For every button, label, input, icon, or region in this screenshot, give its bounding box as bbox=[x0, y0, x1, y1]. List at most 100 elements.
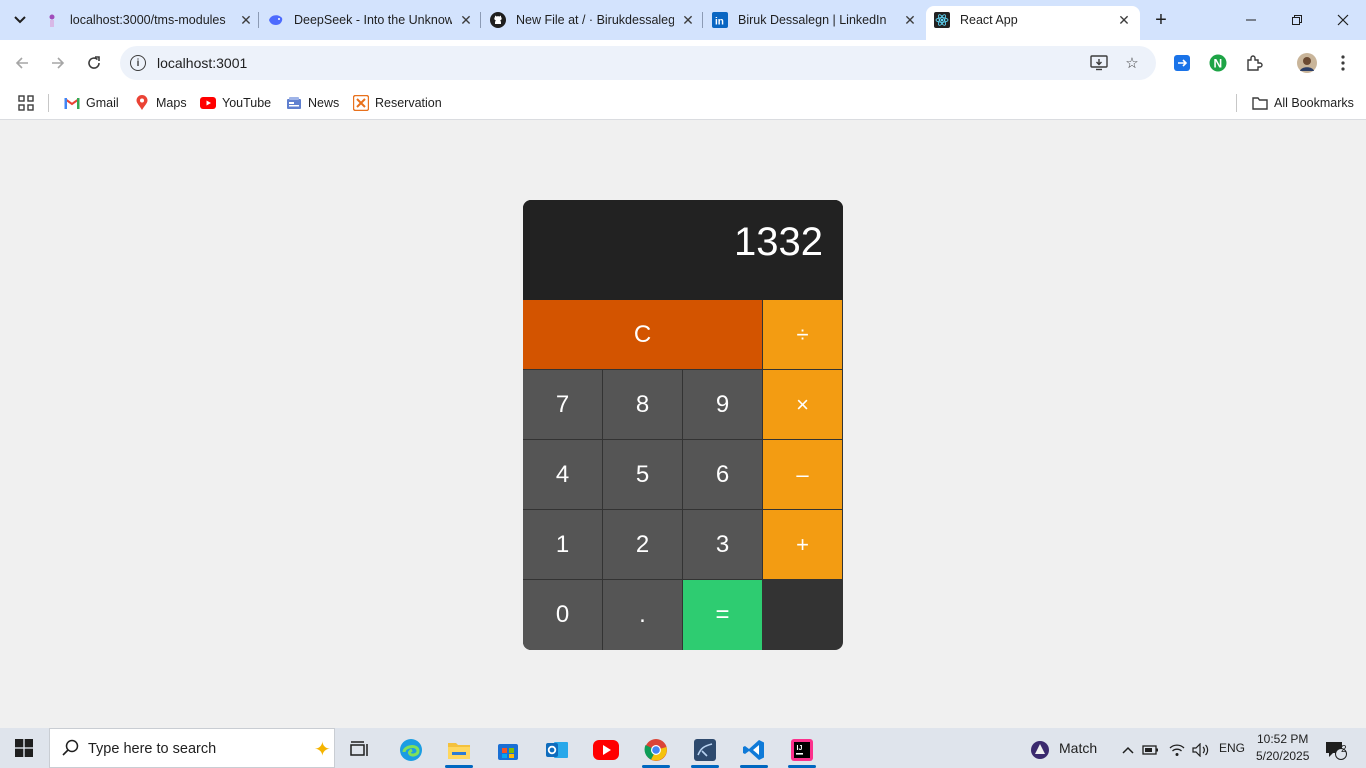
linkedin-icon: in bbox=[712, 12, 728, 28]
extension-n-icon[interactable]: N bbox=[1207, 52, 1229, 74]
close-tab-icon[interactable]: ✕ bbox=[902, 12, 918, 28]
tab-divider bbox=[258, 12, 259, 28]
start-button[interactable] bbox=[0, 728, 48, 768]
restore-button[interactable] bbox=[1274, 0, 1320, 40]
taskbar-store[interactable] bbox=[488, 732, 528, 768]
react-logo-icon bbox=[934, 12, 950, 28]
task-view-icon bbox=[350, 741, 368, 756]
network-status[interactable] bbox=[1164, 732, 1190, 768]
tab-search-button[interactable] bbox=[8, 8, 32, 32]
edge-icon bbox=[400, 739, 422, 761]
sparkle-icon: ✦ bbox=[314, 739, 331, 761]
svg-text:in: in bbox=[715, 17, 724, 28]
tab-github[interactable]: New File at / · Birukdessalegn ✕ bbox=[490, 6, 696, 34]
taskbar-chrome[interactable] bbox=[636, 732, 676, 768]
digit-0-button[interactable]: 0 bbox=[523, 580, 602, 650]
bookmark-label: Reservation bbox=[375, 96, 442, 110]
close-window-button[interactable] bbox=[1320, 0, 1366, 40]
divide-button[interactable]: ÷ bbox=[763, 300, 842, 369]
digit-4-button[interactable]: 4 bbox=[523, 440, 602, 509]
extension-translate-icon[interactable] bbox=[1171, 52, 1193, 74]
bookmark-news[interactable]: News bbox=[286, 93, 339, 113]
digit-6-button[interactable]: 6 bbox=[683, 440, 762, 509]
news-icon bbox=[286, 95, 302, 111]
outlook-icon bbox=[546, 742, 568, 758]
taskbar-intellij[interactable]: IJ bbox=[782, 732, 822, 768]
taskbar-file-explorer[interactable] bbox=[439, 732, 479, 768]
digit-8-button[interactable]: 8 bbox=[603, 370, 682, 439]
address-bar[interactable]: i localhost:3001 ☆ bbox=[120, 46, 1156, 80]
taskbar-vscode[interactable] bbox=[734, 732, 774, 768]
language-indicator[interactable]: ENG bbox=[1219, 741, 1245, 755]
chrome-icon bbox=[644, 739, 667, 761]
clock-date[interactable]: 5/20/2025 bbox=[1256, 749, 1309, 763]
battery-plug-icon bbox=[1142, 745, 1158, 755]
digit-7-button[interactable]: 7 bbox=[523, 370, 602, 439]
store-icon bbox=[498, 744, 518, 760]
extensions-puzzle-icon[interactable] bbox=[1243, 52, 1265, 74]
digit-5-button[interactable]: 5 bbox=[603, 440, 682, 509]
bookmark-star-icon[interactable]: ☆ bbox=[1123, 54, 1141, 72]
site-info-icon[interactable]: i bbox=[130, 55, 146, 71]
subtract-button[interactable]: – bbox=[763, 440, 842, 509]
decimal-button[interactable]: . bbox=[603, 580, 682, 650]
restore-icon bbox=[1292, 15, 1302, 25]
close-tab-icon[interactable]: ✕ bbox=[458, 12, 474, 28]
bookmark-reservation[interactable]: Reservation bbox=[353, 93, 442, 113]
tab-linkedin[interactable]: in Biruk Dessalegn | LinkedIn ✕ bbox=[712, 6, 918, 34]
calculator: 1332 C ÷ 7 8 9 × 4 5 6 – 1 2 3 + 0 . = bbox=[523, 200, 843, 650]
apps-grid-button[interactable] bbox=[18, 93, 34, 113]
add-button[interactable]: + bbox=[763, 510, 842, 579]
notification-center-button[interactable]: 2 bbox=[1316, 732, 1356, 768]
clock-time[interactable]: 10:52 PM bbox=[1257, 732, 1308, 746]
bookmark-maps[interactable]: Maps bbox=[134, 93, 187, 113]
deepseek-whale-icon bbox=[268, 12, 284, 28]
weather-widget-label[interactable]: Match bbox=[1059, 740, 1097, 756]
arrow-left-icon bbox=[15, 57, 28, 69]
forward-button[interactable] bbox=[46, 51, 70, 75]
bookmark-label: YouTube bbox=[222, 96, 272, 110]
tab-react-app[interactable]: React App ✕ bbox=[926, 6, 1140, 40]
digit-1-button[interactable]: 1 bbox=[523, 510, 602, 579]
tab-divider bbox=[480, 12, 481, 28]
chrome-menu-icon[interactable] bbox=[1332, 52, 1354, 74]
url-text[interactable]: localhost:3001 bbox=[157, 55, 247, 71]
all-bookmarks-button[interactable]: All Bookmarks bbox=[1252, 93, 1354, 113]
digit-3-button[interactable]: 3 bbox=[683, 510, 762, 579]
digit-9-button[interactable]: 9 bbox=[683, 370, 762, 439]
back-button[interactable] bbox=[10, 51, 34, 75]
taskbar-mysql-workbench[interactable] bbox=[685, 732, 725, 768]
taskbar-edge[interactable] bbox=[391, 732, 431, 768]
minimize-button[interactable] bbox=[1228, 0, 1274, 40]
battery-status[interactable] bbox=[1138, 732, 1164, 768]
taskbar-search-box[interactable]: Type here to search ✦ bbox=[49, 728, 335, 768]
profile-avatar[interactable] bbox=[1296, 52, 1318, 74]
minimize-icon bbox=[1246, 19, 1256, 21]
close-tab-icon[interactable]: ✕ bbox=[1116, 12, 1132, 28]
equals-button[interactable]: = bbox=[683, 580, 762, 650]
bookmark-youtube[interactable]: YouTube bbox=[200, 93, 271, 113]
tab-deepseek[interactable]: DeepSeek - Into the Unknown ✕ bbox=[268, 6, 474, 34]
volume-control[interactable] bbox=[1188, 732, 1214, 768]
install-app-icon[interactable] bbox=[1090, 54, 1108, 72]
close-tab-icon[interactable]: ✕ bbox=[238, 12, 254, 28]
taskbar-outlook[interactable] bbox=[537, 732, 577, 768]
task-view-button[interactable] bbox=[340, 732, 380, 768]
reload-button[interactable] bbox=[82, 51, 106, 75]
weather-widget-icon[interactable] bbox=[1020, 732, 1060, 768]
digit-2-button[interactable]: 2 bbox=[603, 510, 682, 579]
bookmark-gmail[interactable]: Gmail bbox=[64, 93, 119, 113]
new-tab-button[interactable]: + bbox=[1150, 9, 1172, 31]
close-icon bbox=[1337, 14, 1349, 26]
all-bookmarks-label: All Bookmarks bbox=[1274, 96, 1354, 110]
close-tab-icon[interactable]: ✕ bbox=[680, 12, 696, 28]
arrow-right-icon bbox=[52, 57, 65, 69]
page-favicon-icon bbox=[44, 12, 60, 28]
multiply-button[interactable]: × bbox=[763, 370, 842, 439]
bookmark-label: Gmail bbox=[86, 96, 119, 110]
taskbar-youtube[interactable] bbox=[586, 732, 626, 768]
bookmarks-divider bbox=[48, 94, 49, 112]
tab-title: React App bbox=[960, 13, 1018, 27]
clear-button[interactable]: C bbox=[523, 300, 762, 369]
tab-localhost-3000[interactable]: localhost:3000/tms-modules ✕ bbox=[44, 6, 254, 34]
